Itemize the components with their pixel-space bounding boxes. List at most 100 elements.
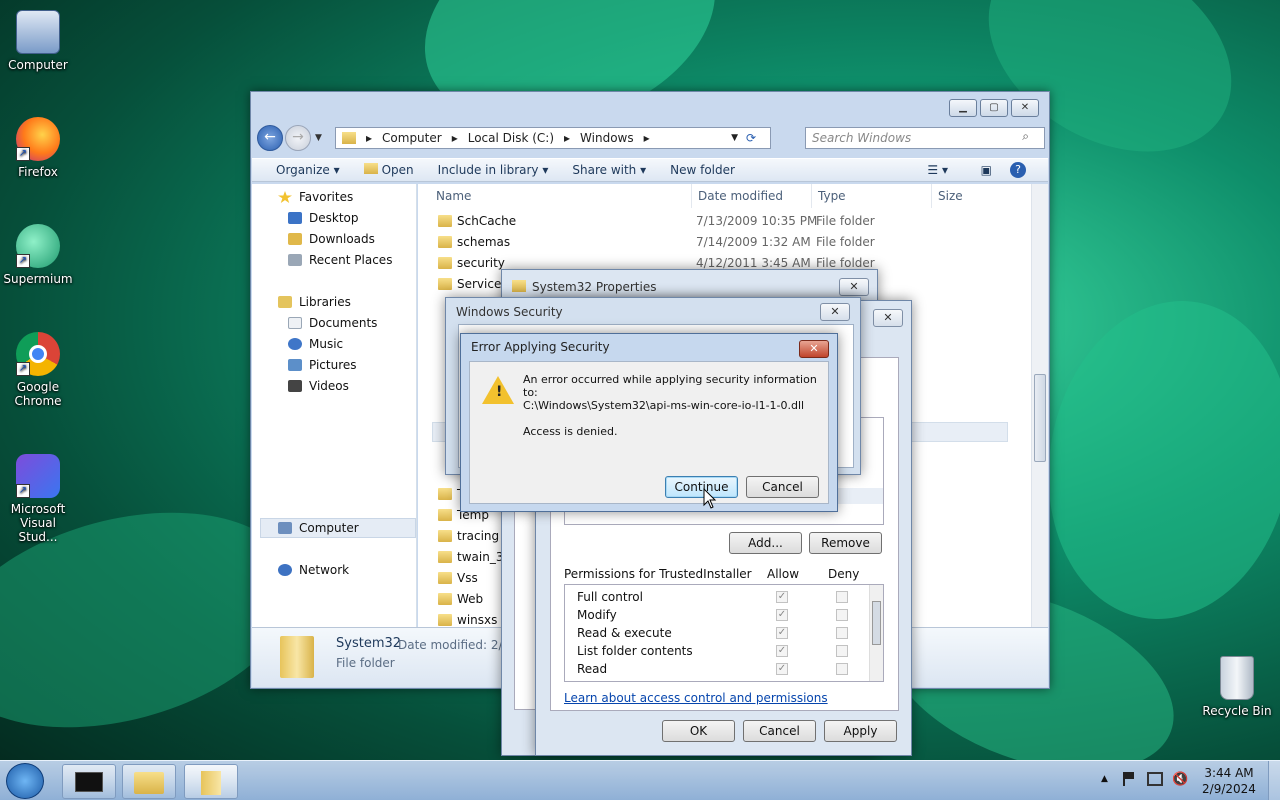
- forward-button[interactable]: →: [285, 125, 311, 151]
- share-with-menu[interactable]: Share with ▾: [572, 163, 646, 177]
- desktop-icon-chrome[interactable]: ↗ Google Chrome: [0, 332, 76, 408]
- include-in-library-menu[interactable]: Include in library ▾: [438, 163, 549, 177]
- network-tray-icon[interactable]: [1147, 772, 1163, 786]
- advanced-close-button[interactable]: ✕: [873, 309, 903, 327]
- breadcrumb-windows[interactable]: Windows: [580, 131, 634, 145]
- perm-label: Full control: [577, 590, 643, 604]
- permissions-list: Full control ✓ Modify ✓ Read & execute ✓…: [564, 584, 884, 682]
- perm-deny-checkbox[interactable]: [836, 663, 848, 675]
- address-field[interactable]: ▸ Computer ▸ Local Disk (C:) ▸ Windows ▸…: [335, 127, 771, 149]
- permissions-scrollbar[interactable]: [869, 585, 883, 681]
- file-list-scrollbar[interactable]: [1031, 184, 1048, 627]
- scrollbar-thumb[interactable]: [1034, 374, 1046, 462]
- details-name: System32: [336, 636, 402, 651]
- desktop-icon-label: Computer: [8, 58, 68, 72]
- start-button[interactable]: [6, 763, 44, 799]
- open-icon: [363, 163, 378, 174]
- recent-places-icon: [288, 254, 302, 266]
- chrome-icon: ↗: [16, 332, 60, 376]
- desktop-icon-label: Firefox: [18, 165, 58, 179]
- new-folder-button[interactable]: New folder: [670, 163, 735, 177]
- perm-deny-checkbox[interactable]: [836, 627, 848, 639]
- nav-favorites[interactable]: Favorites: [278, 190, 353, 204]
- refresh-icon[interactable]: ⟳: [746, 131, 756, 145]
- organize-menu[interactable]: Organize ▾: [276, 163, 340, 177]
- nav-recent-places[interactable]: Recent Places: [288, 253, 392, 267]
- column-header-size[interactable]: Size: [932, 184, 1012, 208]
- learn-link[interactable]: Learn about access control and permissio…: [564, 691, 828, 705]
- nav-music[interactable]: Music: [288, 337, 343, 351]
- taskbar-cmd[interactable]: [62, 764, 116, 799]
- recycle-bin-icon: [1220, 656, 1254, 700]
- help-icon[interactable]: ?: [1010, 162, 1026, 178]
- security-cancel-button[interactable]: Cancel: [743, 720, 816, 742]
- file-row[interactable]: SchCache 7/13/2009 10:35 PM File folder: [418, 211, 1018, 232]
- perm-allow-checkbox[interactable]: ✓: [776, 609, 788, 621]
- perm-allow-checkbox[interactable]: ✓: [776, 663, 788, 675]
- nav-libraries[interactable]: Libraries: [278, 295, 351, 309]
- desktop-icon-label: Recycle Bin: [1202, 704, 1272, 718]
- taskbar-explorer-folder[interactable]: [184, 764, 238, 799]
- view-options-icon[interactable]: ☰ ▾: [927, 163, 948, 177]
- file-row[interactable]: schemas 7/14/2009 1:32 AM File folder: [418, 232, 1018, 253]
- breadcrumb-local-disk[interactable]: Local Disk (C:): [468, 131, 554, 145]
- add-button[interactable]: Add...: [729, 532, 802, 554]
- folder-icon: [201, 771, 221, 795]
- ok-button[interactable]: OK: [662, 720, 735, 742]
- perm-deny-checkbox[interactable]: [836, 591, 848, 603]
- visual-studio-icon: ↗: [16, 454, 60, 498]
- search-input[interactable]: Search Windows: [805, 127, 1045, 149]
- deny-column-header: Deny: [828, 567, 860, 581]
- desktop-icon-supermium[interactable]: ↗ Supermium: [0, 224, 76, 286]
- folder-icon: [438, 530, 452, 542]
- nav-pictures[interactable]: Pictures: [288, 358, 357, 372]
- clock-date[interactable]: 2/9/2024: [1198, 782, 1260, 796]
- perm-deny-checkbox[interactable]: [836, 609, 848, 621]
- perm-allow-checkbox[interactable]: ✓: [776, 627, 788, 639]
- desktop-icon-computer[interactable]: Computer: [0, 10, 76, 72]
- show-desktop-button[interactable]: [1268, 761, 1280, 800]
- nav-network[interactable]: Network: [278, 563, 349, 577]
- breadcrumb-computer[interactable]: Computer: [382, 131, 442, 145]
- desktop-icon-recycle-bin[interactable]: Recycle Bin: [1199, 656, 1275, 718]
- allow-column-header: Allow: [767, 567, 800, 581]
- column-header-date[interactable]: Date modified: [692, 184, 812, 208]
- nav-desktop[interactable]: Desktop: [288, 211, 359, 225]
- show-hidden-icons[interactable]: ▲: [1101, 774, 1108, 784]
- flag-icon[interactable]: [1123, 772, 1135, 786]
- remove-button[interactable]: Remove: [809, 532, 882, 554]
- maximize-button[interactable]: ▢: [980, 99, 1008, 117]
- nav-videos[interactable]: Videos: [288, 379, 349, 393]
- close-button[interactable]: ✕: [1011, 99, 1039, 117]
- desktop-icon-firefox[interactable]: ↗ Firefox: [0, 117, 76, 179]
- error-close-button[interactable]: ✕: [799, 340, 829, 358]
- nav-computer[interactable]: Computer: [278, 521, 359, 535]
- music-icon: [288, 338, 302, 350]
- apply-button[interactable]: Apply: [824, 720, 897, 742]
- taskbar-explorer-library[interactable]: [122, 764, 176, 799]
- perm-allow-checkbox[interactable]: ✓: [776, 645, 788, 657]
- folder-icon: [438, 257, 452, 269]
- column-header-name[interactable]: Name: [430, 184, 692, 208]
- volume-muted-icon[interactable]: 🔇: [1172, 772, 1188, 787]
- back-button[interactable]: ←: [257, 125, 283, 151]
- desktop-icon-visual-studio[interactable]: ↗ Microsoft Visual Stud...: [0, 454, 76, 544]
- open-button[interactable]: Open: [363, 163, 414, 177]
- clock-time[interactable]: 3:44 AM: [1198, 766, 1260, 780]
- navigation-pane: Favorites Desktop Downloads Recent Place…: [252, 184, 417, 627]
- error-cancel-button[interactable]: Cancel: [746, 476, 819, 498]
- perm-deny-checkbox[interactable]: [836, 645, 848, 657]
- minimize-button[interactable]: ▁: [949, 99, 977, 117]
- continue-button[interactable]: Continue: [665, 476, 738, 498]
- recent-pages-dropdown[interactable]: ▼: [315, 133, 322, 143]
- windows-security-close-button[interactable]: ✕: [820, 303, 850, 321]
- perm-allow-checkbox[interactable]: ✓: [776, 591, 788, 603]
- window-controls: ▁ ▢ ✕: [946, 99, 1039, 117]
- column-header-type[interactable]: Type: [812, 184, 932, 208]
- nav-documents[interactable]: Documents: [288, 316, 377, 330]
- properties-close-button[interactable]: ✕: [839, 278, 869, 296]
- nav-downloads[interactable]: Downloads: [288, 232, 375, 246]
- preview-pane-icon[interactable]: ▣: [981, 163, 992, 177]
- folder-icon: [438, 509, 452, 521]
- address-dropdown-icon[interactable]: ▼: [731, 133, 738, 143]
